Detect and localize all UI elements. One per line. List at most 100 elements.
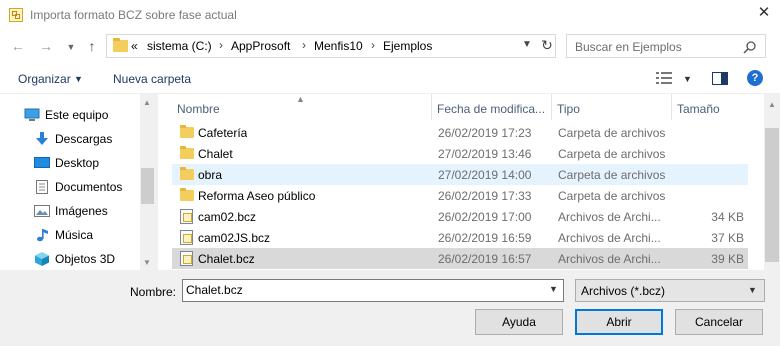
breadcrumb-separator-icon[interactable]: › [371, 38, 375, 52]
file-row[interactable]: cam02JS.bcz 26/02/2019 16:59 Archivos de… [172, 227, 748, 248]
command-toolbar: Organizar ▼ Nueva carpeta ▼ ? [0, 62, 780, 94]
column-header-fecha[interactable]: Fecha de modifica... [432, 94, 552, 120]
nav-item-documentos[interactable]: Documentos [34, 177, 152, 197]
chevron-down-icon[interactable]: ▼ [748, 285, 757, 295]
file-type-filter-select[interactable]: Archivos (*.bcz) ▼ [575, 279, 765, 302]
file-type: Archivos de Archi... [558, 231, 661, 245]
dialog-footer: Nombre: ▼ Archivos (*.bcz) ▼ Ayuda Abrir… [0, 270, 780, 346]
breadcrumb-sistema[interactable]: sistema (C:) [147, 39, 212, 53]
desktop-icon [34, 157, 50, 168]
abrir-button[interactable]: Abrir [575, 309, 663, 335]
file-type: Carpeta de archivos [558, 168, 666, 182]
organizar-button[interactable]: Organizar [18, 72, 71, 86]
nav-item-musica[interactable]: Música [34, 225, 152, 245]
help-icon[interactable]: ? [747, 70, 763, 86]
file-type: Carpeta de archivos [558, 126, 666, 140]
breadcrumb-menfis10[interactable]: Menfis10 [314, 39, 363, 53]
title-bar: Importa formato BCZ sobre fase actual ✕ [0, 0, 780, 30]
folder-icon [180, 167, 194, 180]
column-header-tamano[interactable]: Tamaño [672, 94, 752, 120]
music-icon [37, 229, 48, 242]
nav-scrollbar-thumb[interactable] [141, 168, 154, 204]
view-details-icon[interactable] [656, 72, 672, 84]
file-row-hovered[interactable]: obra 27/02/2019 14:00 Carpeta de archivo… [172, 164, 748, 185]
address-bar[interactable]: « sistema (C:) › AppProsoft › Menfis10 ›… [106, 34, 556, 58]
file-list-scrollbar-thumb[interactable] [765, 128, 779, 262]
file-size: 37 KB [711, 231, 744, 245]
file-name: cam02JS.bcz [198, 231, 271, 245]
column-header-nombre[interactable]: Nombre [172, 94, 432, 120]
organizar-caret-icon[interactable]: ▼ [74, 74, 83, 84]
file-name: Chalet.bcz [198, 252, 255, 266]
file-date: 26/02/2019 17:00 [438, 210, 532, 224]
ayuda-button[interactable]: Ayuda [475, 309, 563, 335]
computer-icon [24, 108, 40, 121]
file-name: cam02.bcz [198, 210, 257, 224]
navigation-pane: Este equipo Descargas Desktop Documentos… [0, 94, 155, 270]
nav-item-label: Documentos [55, 180, 123, 194]
recent-locations-chevron-icon[interactable]: ▼ [63, 39, 79, 55]
chevron-down-icon[interactable]: ▼ [549, 284, 558, 294]
preview-pane-icon[interactable] [712, 72, 728, 85]
nav-item-descargas[interactable]: Descargas [34, 129, 152, 149]
breadcrumb-separator-icon[interactable]: › [302, 38, 306, 52]
filename-input[interactable] [186, 283, 536, 297]
app-icon [9, 8, 23, 22]
file-name: Reforma Aseo público [198, 189, 316, 203]
file-date: 27/02/2019 13:46 [438, 147, 532, 161]
search-box[interactable]: Buscar en Ejemplos [566, 34, 766, 58]
file-name: obra [198, 168, 223, 182]
file-size: 34 KB [711, 210, 744, 224]
scroll-up-icon[interactable]: ▲ [143, 98, 151, 107]
breadcrumb-separator-icon[interactable]: › [219, 38, 223, 52]
file-row[interactable]: Chalet 27/02/2019 13:46 Carpeta de archi… [172, 143, 748, 164]
nav-item-imagenes[interactable]: Imágenes [34, 201, 152, 221]
nav-item-objetos-3d[interactable]: Objetos 3D [34, 249, 152, 269]
3d-objects-icon [35, 252, 49, 266]
column-header-tipo[interactable]: Tipo [552, 94, 672, 120]
folder-icon [180, 125, 194, 138]
documents-icon [36, 180, 48, 194]
nav-item-label: Música [55, 228, 94, 242]
file-row[interactable]: cam02.bcz 26/02/2019 17:00 Archivos de A… [172, 206, 748, 227]
back-arrow-icon[interactable]: ← [10, 38, 26, 54]
address-dropdown-icon[interactable]: ▼ [522, 39, 532, 50]
file-type: Carpeta de archivos [558, 147, 666, 161]
folder-icon [180, 188, 194, 201]
breadcrumb-ejemplos[interactable]: Ejemplos [383, 39, 432, 53]
downloads-icon [36, 132, 48, 145]
search-placeholder[interactable]: Buscar en Ejemplos [575, 40, 682, 54]
file-type: Archivos de Archi... [558, 252, 661, 266]
bcz-file-icon [180, 230, 193, 245]
up-arrow-icon[interactable]: ↑ [84, 38, 100, 54]
forward-arrow-icon[interactable]: → [38, 38, 54, 54]
file-row[interactable]: Reforma Aseo público 26/02/2019 17:33 Ca… [172, 185, 748, 206]
breadcrumb-appprosoft[interactable]: AppProsoft [231, 39, 290, 53]
file-name: Cafetería [198, 126, 248, 140]
scroll-up-icon[interactable]: ▲ [768, 100, 776, 109]
file-date: 27/02/2019 14:00 [438, 168, 532, 182]
file-size: 39 KB [711, 252, 744, 266]
file-name: Chalet [198, 147, 233, 161]
file-date: 26/02/2019 16:57 [438, 252, 532, 266]
nav-item-este-equipo[interactable]: Este equipo [24, 105, 142, 125]
close-icon[interactable]: ✕ [757, 5, 771, 21]
cancelar-button[interactable]: Cancelar [675, 309, 763, 335]
scroll-down-icon[interactable]: ▼ [143, 258, 151, 267]
view-options-caret-icon[interactable]: ▼ [683, 74, 692, 84]
nueva-carpeta-button[interactable]: Nueva carpeta [113, 72, 191, 86]
file-list-scrollbar[interactable]: ▲ [764, 94, 780, 270]
overflow-chevron-icon[interactable]: « [131, 39, 138, 53]
filename-combobox[interactable]: ▼ [182, 279, 564, 302]
pictures-icon [34, 205, 50, 217]
nav-item-label: Este equipo [45, 108, 109, 122]
bcz-file-icon [180, 209, 193, 224]
file-row[interactable]: Cafetería 26/02/2019 17:23 Carpeta de ar… [172, 122, 748, 143]
nav-item-desktop[interactable]: Desktop [34, 153, 152, 173]
file-type: Archivos de Archi... [558, 210, 661, 224]
nav-item-label: Desktop [55, 156, 100, 170]
nav-item-label: Objetos 3D [55, 252, 116, 266]
file-row-selected[interactable]: Chalet.bcz 26/02/2019 16:57 Archivos de … [172, 248, 748, 269]
refresh-icon[interactable]: ↻ [539, 37, 555, 55]
nombre-label: Nombre: [130, 285, 177, 299]
